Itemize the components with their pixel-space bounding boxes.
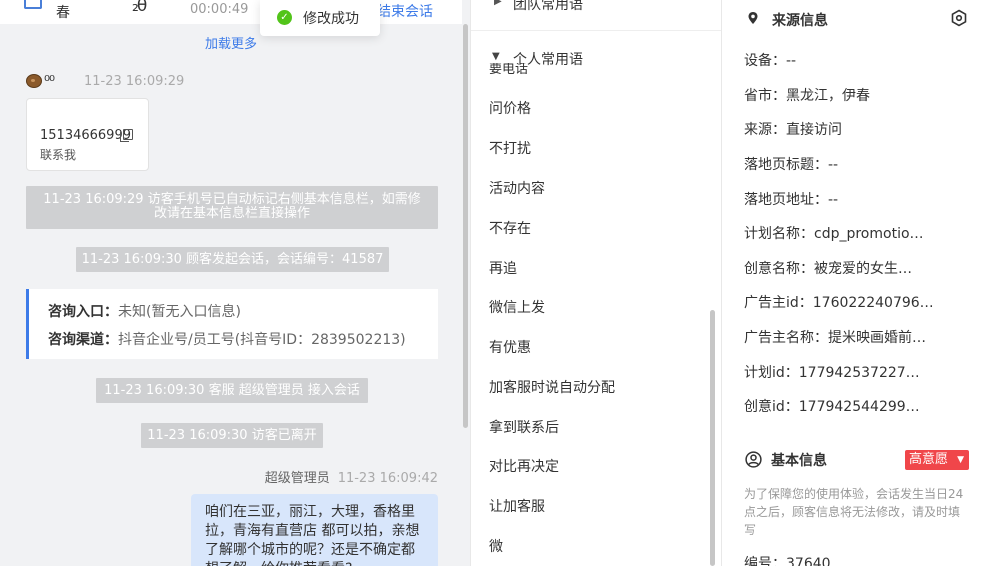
contact-card-label: 联系我: [40, 148, 77, 162]
source-row-plan-name: 计划名称：cdp_promotio…: [744, 226, 924, 242]
phrase-item[interactable]: 对比再决定: [489, 456, 559, 476]
consult-source-box: 咨询入口：未知(暂无入口信息) 咨询渠道：抖音企业号/员工号(抖音号ID：283…: [26, 289, 438, 359]
agent-message-meta: 超级管理员 11-23 16:09:42: [265, 467, 438, 486]
toast-text: 修改成功: [303, 11, 359, 27]
consult-channel-row: 咨询渠道：抖音企业号/员工号(抖音号ID：2839502213): [48, 329, 406, 349]
source-row-device: 设备：--: [744, 53, 797, 69]
consult-channel-label: 咨询渠道：: [48, 332, 118, 348]
caret-right-icon: ▶: [494, 0, 502, 7]
caret-down-icon: ▼: [957, 455, 964, 465]
phrase-item[interactable]: 再追: [489, 258, 517, 278]
source-info-title: 来源信息: [772, 13, 828, 29]
phrase-item[interactable]: 微: [489, 536, 503, 556]
phrase-item[interactable]: 不存在: [489, 218, 531, 238]
source-row-creative-name: 创意名称：被宠爱的女生…: [744, 261, 912, 277]
hexagon-gear-icon[interactable]: [950, 9, 968, 27]
agent-message-bubble: 咱们在三亚，丽江，大理，香格里拉，青海有直营店 都可以拍，亲想了解哪个城市的呢？…: [191, 494, 438, 566]
source-row-landing-title: 落地页标题：--: [744, 157, 839, 173]
source-row-region: 省市：黑龙江，伊春: [744, 88, 870, 104]
customer-id-row: 编号：37640: [744, 556, 831, 566]
source-row-advertiser-id: 广告主id：176022240796…: [744, 295, 934, 311]
check-circle-icon: ✓: [277, 10, 292, 25]
phrase-item[interactable]: 让加客服: [489, 496, 545, 516]
chat-panel: 春 ₂θ 00:00:49 结束会话 ✓ 修改成功 加载更多 ⁰⁰ 11-23 …: [0, 0, 470, 566]
customer-avatar: [26, 74, 42, 88]
source-row-plan-id: 计划id：177942537227…: [744, 365, 920, 381]
intent-level-dropdown[interactable]: 高意愿 ▼: [905, 450, 969, 470]
agent-message-time: 11-23 16:09:42: [337, 471, 438, 486]
visitor-nickname: ₂θ: [132, 0, 147, 16]
monitor-icon: [24, 0, 42, 9]
load-more-link[interactable]: 加载更多: [205, 33, 257, 52]
session-timer: 00:00:49: [190, 2, 249, 17]
phrases-scrollbar[interactable]: [710, 310, 715, 566]
end-session-button[interactable]: 结束会话: [377, 1, 433, 21]
phrase-item[interactable]: 问价格: [489, 98, 531, 118]
phrase-item[interactable]: 微信上发: [489, 297, 545, 317]
team-phrases-label: 团队常用语: [513, 0, 583, 13]
edit-notice: 为了保障您的使用体验，会话发生当日24点之后，顾客信息将无法修改，请及时填写: [744, 487, 964, 537]
chat-header: 春 ₂θ 00:00:49 结束会话: [0, 0, 462, 24]
basic-info-title: 基本信息: [771, 453, 827, 469]
chat-scrollbar[interactable]: [463, 24, 468, 428]
consult-entry-label: 咨询入口：: [48, 304, 118, 320]
user-circle-icon: [745, 451, 762, 468]
phrase-item[interactable]: 要电话: [489, 63, 549, 74]
consult-entry-value: 未知(暂无入口信息): [118, 304, 241, 320]
team-phrases-group[interactable]: ▶ 团队常用语: [471, 0, 721, 31]
copy-icon[interactable]: [120, 129, 133, 142]
consult-entry-row: 咨询入口：未知(暂无入口信息): [48, 301, 241, 321]
system-message: 11-23 16:09:30 访客已离开: [141, 423, 323, 448]
customer-message-time: 11-23 16:09:29: [84, 74, 185, 89]
visitor-name: 春: [56, 5, 70, 21]
success-toast: ✓ 修改成功: [260, 0, 380, 36]
customer-nickname: ⁰⁰: [44, 72, 55, 90]
contact-phone: 15134666999: [40, 128, 131, 143]
customer-info-panel: 来源信息 设备：-- 省市：黑龙江，伊春 来源：直接访问 落地页标题：-- 落地…: [722, 0, 983, 566]
phrase-item[interactable]: 有优惠: [489, 337, 531, 357]
location-pin-icon: [748, 12, 758, 24]
system-message: 11-23 16:09:30 顾客发起会话，会话编号：41587: [76, 247, 389, 272]
source-row-advertiser-name: 广告主名称：提米映画婚前…: [744, 330, 926, 346]
intent-level-value: 高意愿: [909, 452, 949, 467]
phrase-item[interactable]: 不打扰: [489, 138, 531, 158]
consult-channel-value: 抖音企业号/员工号(抖音号ID：2839502213): [118, 332, 406, 348]
quick-phrases-panel: ▶ 团队常用语 ▼ 个人常用语 要电话 问价格 不打扰 活动内容 不存在 再追 …: [470, 0, 722, 566]
caret-down-icon: ▼: [492, 51, 500, 62]
source-row-landing-url: 落地页地址：--: [744, 192, 839, 208]
phrase-item[interactable]: 活动内容: [489, 178, 545, 198]
phrase-item[interactable]: 拿到联系后: [489, 417, 559, 437]
system-message: 11-23 16:09:30 客服 超级管理员 接入会话: [96, 378, 368, 403]
system-message: 11-23 16:09:29 访客手机号已自动标记右侧基本信息栏，如需修改请在基…: [26, 186, 438, 229]
agent-name: 超级管理员: [264, 471, 330, 486]
phrase-item[interactable]: 加客服时说自动分配: [489, 377, 615, 397]
source-row-origin: 来源：直接访问: [744, 122, 842, 138]
contact-card[interactable]: 15134666999 联系我: [26, 98, 149, 171]
source-row-creative-id: 创意id：177942544299…: [744, 399, 920, 415]
